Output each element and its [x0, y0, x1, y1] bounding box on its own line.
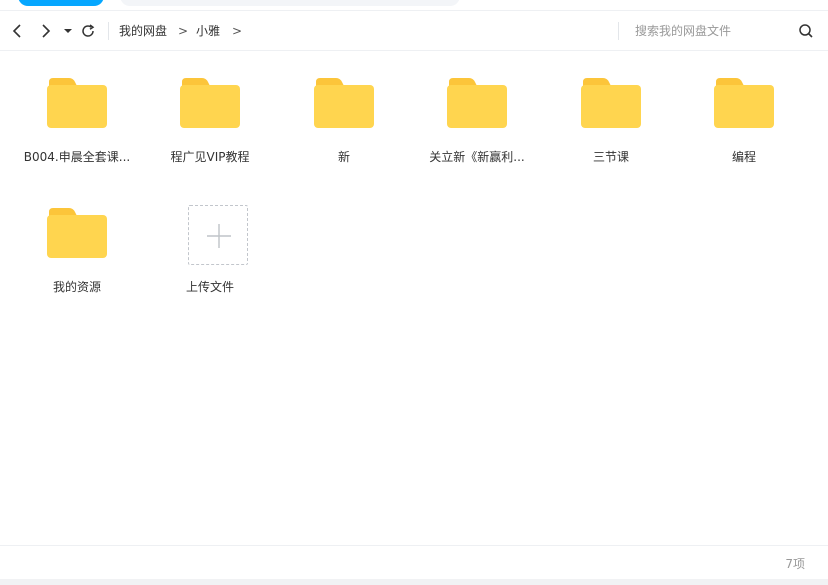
history-dropdown-icon[interactable]	[63, 23, 73, 39]
folder-name: 三节课	[592, 150, 629, 164]
status-bar: 7项	[0, 545, 828, 580]
folder-name: 新	[337, 150, 350, 164]
search-icon[interactable]	[798, 23, 814, 39]
item-count: 7项	[785, 557, 805, 571]
search-input[interactable]: 搜索我的网盘文件	[635, 23, 731, 39]
folder-icon	[180, 78, 240, 128]
toolbar-divider	[108, 22, 109, 40]
folder-icon	[47, 208, 107, 258]
folder-icon	[47, 78, 107, 128]
back-icon[interactable]	[10, 23, 24, 39]
upload-button[interactable]	[188, 205, 248, 265]
folder-item[interactable]: 三节课	[544, 50, 678, 170]
primary-action-button[interactable]	[18, 0, 104, 6]
breadcrumb-root[interactable]: 我的网盘	[119, 23, 167, 39]
breadcrumb-separator: >	[178, 24, 189, 38]
folder-item[interactable]: 程广见VIP教程	[143, 50, 277, 170]
plus-icon	[207, 224, 231, 248]
search-divider	[618, 22, 619, 40]
toolbar: 我的网盘 > 小雅 > 搜索我的网盘文件	[0, 12, 828, 51]
folder-item[interactable]: B004.申晨全套课...	[10, 50, 144, 170]
breadcrumb-separator: >	[232, 24, 243, 38]
bottom-bar	[0, 579, 828, 585]
top-strip	[0, 0, 828, 11]
folder-name: 我的资源	[52, 280, 101, 294]
folder-name: 关立新《新赢利...	[429, 150, 525, 164]
folder-item[interactable]: 我的资源	[10, 180, 144, 300]
refresh-icon[interactable]	[80, 23, 96, 39]
folder-name: B004.申晨全套课...	[23, 150, 131, 164]
folder-item[interactable]: 关立新《新赢利...	[410, 50, 544, 170]
folder-icon	[314, 78, 374, 128]
folder-item[interactable]: 编程	[677, 50, 811, 170]
folder-icon	[714, 78, 774, 128]
folder-icon	[581, 78, 641, 128]
folder-name: 程广见VIP教程	[170, 150, 250, 164]
folder-item[interactable]: 新	[277, 50, 411, 170]
folder-name: 编程	[731, 150, 756, 164]
file-grid: B004.申晨全套课... 程广见VIP教程 新 关立新《新赢利... 三节课	[0, 50, 828, 545]
forward-icon[interactable]	[39, 23, 53, 39]
upload-label: 上传文件	[185, 280, 234, 294]
folder-icon	[447, 78, 507, 128]
breadcrumb-current[interactable]: 小雅	[196, 23, 220, 39]
top-search-box[interactable]	[120, 0, 460, 6]
